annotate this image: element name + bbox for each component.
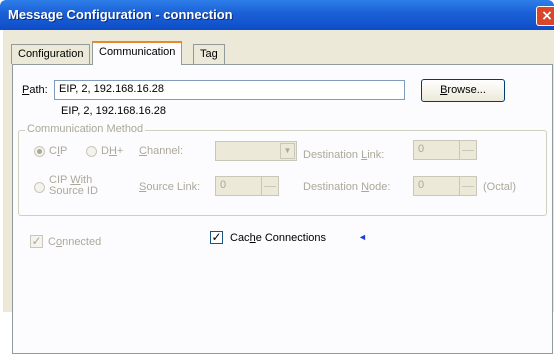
spin-arrows-icon (459, 141, 476, 159)
tab-communication-label: Communication (99, 46, 176, 58)
arrow-pointer-icon: ◄ (358, 232, 367, 242)
path-input-value: EIP, 2, 192.168.16.28 (59, 83, 164, 95)
close-icon: × (541, 8, 553, 24)
spin-arrows-icon (261, 177, 278, 195)
cip-radio[interactable] (34, 146, 45, 157)
window-title: Message Configuration - connection (8, 7, 233, 22)
tab-configuration[interactable]: Configuration (11, 44, 91, 64)
communication-method-legend: Communication Method (25, 123, 146, 135)
source-link-spinner[interactable]: 0 (215, 176, 279, 196)
path-resolved: EIP, 2, 192.168.16.28 (61, 105, 166, 117)
title-bar[interactable]: Message Configuration - connection × (0, 0, 554, 30)
connected-checkbox[interactable]: ✓ (30, 235, 43, 248)
cip-label: CIP (49, 145, 68, 157)
channel-select[interactable]: ▼ (215, 141, 297, 161)
path-input[interactable]: EIP, 2, 192.168.16.28 (54, 80, 405, 100)
tab-tag-label: Tag (200, 48, 218, 60)
cache-connections-label: Cache Connections (230, 232, 327, 244)
close-button[interactable]: × (536, 6, 554, 26)
destination-link-spinner[interactable]: 0 (413, 140, 477, 160)
spin-arrows-icon (459, 177, 476, 195)
chevron-down-icon: ▼ (280, 143, 295, 159)
cache-connections-checkbox[interactable]: ✓ (210, 231, 223, 244)
destination-node-label: Destination Node: (303, 181, 391, 193)
tab-tag[interactable]: Tag (193, 44, 225, 64)
dialog-body: Configuration Communication Tag Path: EI… (3, 30, 554, 354)
cip-source-id-radio[interactable] (34, 182, 45, 193)
tab-communication[interactable]: Communication (92, 41, 183, 65)
communication-method-group: Communication Method CIP DH+ Channel: ▼ … (18, 123, 547, 216)
channel-label: Channel: (139, 145, 184, 157)
octal-suffix: (Octal) (483, 181, 516, 193)
connected-label: Connected (48, 236, 102, 248)
destination-link-label: Destination Link: (303, 149, 385, 161)
source-link-label: Source Link: (139, 181, 201, 193)
path-label: Path: (22, 84, 48, 96)
dhplus-radio[interactable] (86, 146, 97, 157)
tab-configuration-label: Configuration (18, 48, 84, 60)
cip-source-id-label: CIP With Source ID (49, 174, 98, 197)
destination-node-spinner[interactable]: 0 (413, 176, 477, 196)
browse-button[interactable]: Browse... (421, 79, 505, 102)
dhplus-label: DH+ (101, 145, 124, 157)
communication-panel: Path: EIP, 2, 192.168.16.28 EIP, 2, 192.… (12, 64, 553, 354)
